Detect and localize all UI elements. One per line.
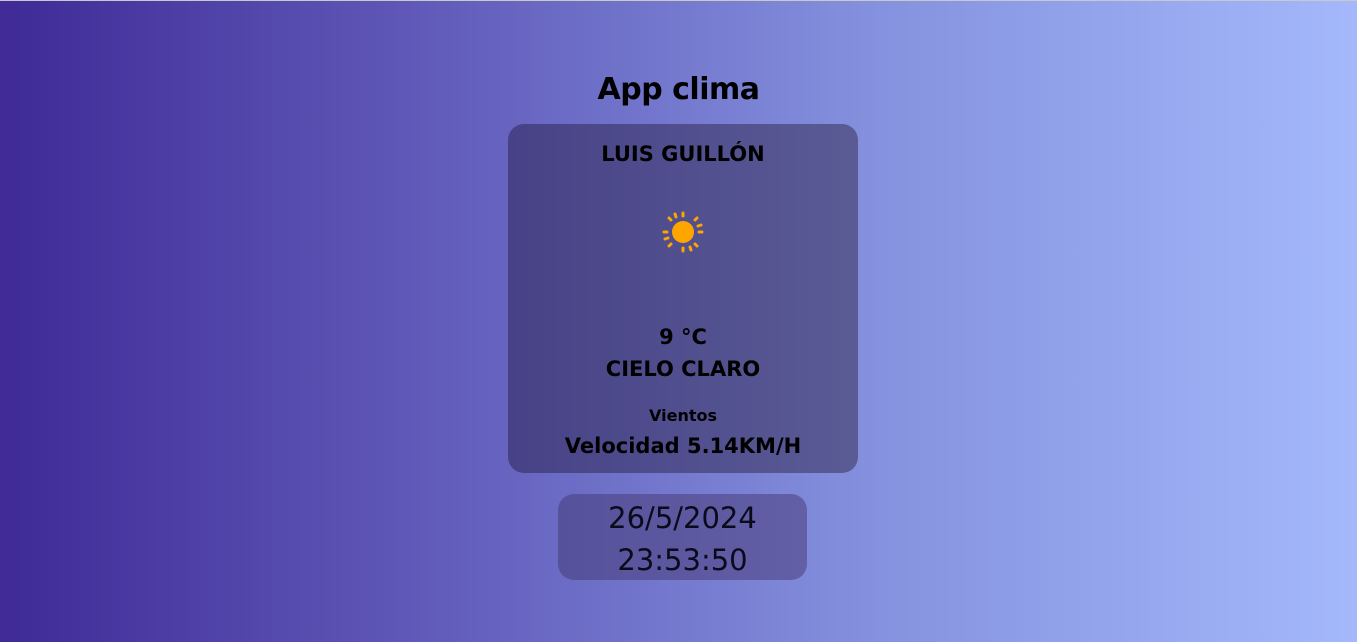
sun-icon — [659, 208, 707, 256]
app-title: App clima — [597, 72, 760, 107]
temperature: 9 °C — [659, 325, 707, 349]
clock-card: 26/5/2024 23:53:50 — [558, 494, 807, 580]
weather-condition: CIELO CLARO — [605, 357, 761, 381]
wind-label: Vientos — [649, 406, 717, 425]
city-name: LUIS GUILLÓN — [601, 142, 765, 166]
weather-card: LUIS GUILLÓN 9 °C CIELO CLARO Vientos Ve… — [508, 124, 858, 473]
current-time: 23:53:50 — [617, 543, 748, 577]
wind-speed: Velocidad 5.14KM/H — [564, 434, 802, 458]
top-divider — [0, 0, 1357, 1]
current-date: 26/5/2024 — [608, 501, 757, 535]
